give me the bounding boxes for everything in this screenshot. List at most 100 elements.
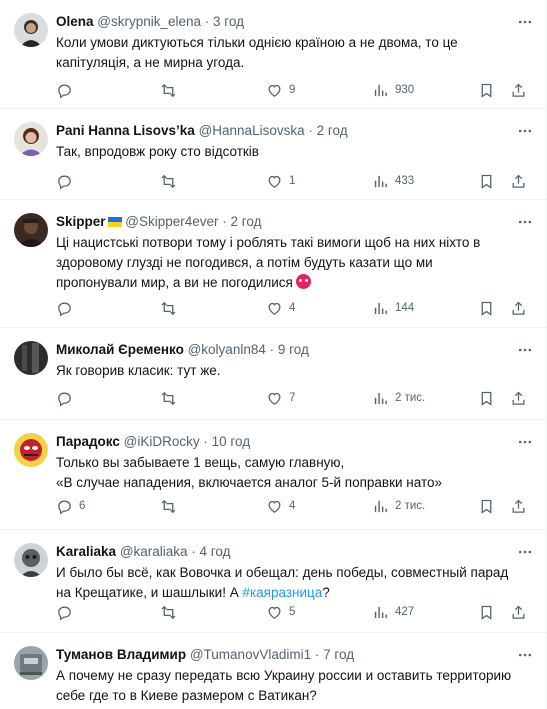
author-name[interactable]: Skipper xyxy=(56,214,106,229)
reply-button[interactable] xyxy=(56,388,79,408)
share-button[interactable] xyxy=(510,496,527,516)
like-icon xyxy=(266,498,283,515)
more-icon[interactable] xyxy=(515,542,535,562)
reply-button[interactable] xyxy=(56,80,79,100)
bookmark-button[interactable] xyxy=(478,496,495,516)
more-icon[interactable] xyxy=(515,340,535,360)
reply-icon xyxy=(56,498,73,515)
reply-button[interactable]: 6 xyxy=(56,496,85,516)
like-button[interactable]: 5 xyxy=(266,602,295,622)
retweet-button[interactable] xyxy=(160,80,183,100)
author-name[interactable]: Парадокс xyxy=(56,434,120,449)
retweet-button[interactable] xyxy=(160,388,183,408)
tweet-text-line: здоровому глузді не погодився, а потім б… xyxy=(56,255,433,270)
share-button[interactable] xyxy=(510,602,527,622)
like-button[interactable]: 1 xyxy=(266,171,295,191)
more-icon[interactable] xyxy=(515,432,535,452)
author-handle[interactable]: @Skipper4ever xyxy=(125,214,218,229)
avatar[interactable] xyxy=(14,213,48,247)
tweet-text-line: А почему не сразу передать всю Украину р… xyxy=(56,668,512,683)
like-button[interactable]: 9 xyxy=(266,80,295,100)
avatar[interactable] xyxy=(14,122,48,156)
views-button[interactable]: 2 тис. xyxy=(372,496,425,516)
reply-icon xyxy=(56,82,73,99)
more-icon[interactable] xyxy=(515,12,535,32)
reply-button[interactable] xyxy=(56,298,79,318)
timestamp[interactable]: 4 год xyxy=(200,544,231,559)
timestamp[interactable]: 3 год xyxy=(213,14,244,29)
like-count: 7 xyxy=(289,392,296,404)
bookmark-button[interactable] xyxy=(478,80,495,100)
timestamp[interactable]: 10 год xyxy=(212,434,250,449)
author-name[interactable]: Миколай Єременко xyxy=(56,342,184,357)
author-name[interactable]: Pani Hanna Lisovs’ka xyxy=(56,123,195,138)
views-count: 930 xyxy=(395,84,415,96)
timestamp[interactable]: 9 год xyxy=(278,342,309,357)
retweet-button[interactable] xyxy=(160,496,183,516)
views-button[interactable]: 433 xyxy=(372,171,414,191)
hashtag-link[interactable]: #каяразница xyxy=(242,585,322,600)
like-button[interactable]: 4 xyxy=(266,298,295,318)
avatar[interactable] xyxy=(14,433,48,467)
share-button[interactable] xyxy=(510,171,527,191)
like-button[interactable]: 4 xyxy=(266,496,295,516)
author-name[interactable]: Olena xyxy=(56,14,94,29)
author-handle[interactable]: @karaliaka xyxy=(120,544,188,559)
views-button[interactable]: 427 xyxy=(372,602,414,622)
timestamp[interactable]: 2 год xyxy=(231,214,262,229)
share-button[interactable] xyxy=(510,388,527,408)
tweet[interactable]: Туманов Владимир @TumanovVladimi1 · 7 го… xyxy=(0,633,547,709)
tweet-text: Як говорив класик: тут же. xyxy=(56,361,526,381)
views-button[interactable]: 2 тис. xyxy=(372,388,425,408)
more-icon[interactable] xyxy=(515,212,535,232)
more-icon[interactable] xyxy=(515,121,535,141)
action-bar: 9 930 xyxy=(56,80,530,100)
tweet[interactable]: Skipper @Skipper4ever · 2 год Ці нацистс… xyxy=(0,200,547,328)
reply-count: 6 xyxy=(79,500,86,512)
reply-button[interactable] xyxy=(56,602,79,622)
more-icon[interactable] xyxy=(515,645,535,665)
bookmark-button[interactable] xyxy=(478,171,495,191)
tweet-header: Миколай Єременко @kolyanln84 · 9 год xyxy=(56,340,537,360)
avatar[interactable] xyxy=(14,646,48,680)
author-name[interactable]: Туманов Владимир xyxy=(56,647,186,662)
retweet-icon xyxy=(160,173,177,190)
author-handle[interactable]: @TumanovVladimi1 xyxy=(190,647,311,662)
reply-button[interactable] xyxy=(56,171,79,191)
tweet[interactable]: Olena @skrypnik_elena · 3 год Коли умови… xyxy=(0,0,547,109)
retweet-button[interactable] xyxy=(160,298,183,318)
avatar[interactable] xyxy=(14,341,48,375)
views-count: 2 тис. xyxy=(395,500,426,512)
timestamp[interactable]: 7 год xyxy=(323,647,354,662)
retweet-button[interactable] xyxy=(160,171,183,191)
tweet-text: А почему не сразу передать всю Украину р… xyxy=(56,666,526,706)
bookmark-button[interactable] xyxy=(478,602,495,622)
author-handle[interactable]: @skrypnik_elena xyxy=(97,14,201,29)
like-button[interactable]: 7 xyxy=(266,388,295,408)
author-name[interactable]: Karaliaka xyxy=(56,544,116,559)
author-handle[interactable]: @HannaLisovska xyxy=(199,123,305,138)
like-icon xyxy=(266,390,283,407)
bookmark-button[interactable] xyxy=(478,298,495,318)
bookmark-button[interactable] xyxy=(478,388,495,408)
tweet[interactable]: Парадокс @iKiDRocky · 10 год Только вы з… xyxy=(0,420,547,530)
avatar[interactable] xyxy=(14,13,48,47)
retweet-button[interactable] xyxy=(160,602,183,622)
tweet-header: Туманов Владимир @TumanovVladimi1 · 7 го… xyxy=(56,645,537,665)
separator: · xyxy=(265,342,278,357)
tweet-text-line: Так, впродовж року сто відсотків xyxy=(56,144,259,159)
tweet[interactable]: Pani Hanna Lisovs’ka @HannaLisovska · 2 … xyxy=(0,109,547,200)
reply-icon xyxy=(56,300,73,317)
share-button[interactable] xyxy=(510,80,527,100)
author-handle[interactable]: @kolyanln84 xyxy=(188,342,266,357)
author-handle[interactable]: @iKiDRocky xyxy=(124,434,200,449)
tweet[interactable]: Karaliaka @karaliaka · 4 год И было бы в… xyxy=(0,530,547,633)
avatar[interactable] xyxy=(14,543,48,577)
tweet[interactable]: Миколай Єременко @kolyanln84 · 9 год Як … xyxy=(0,328,547,420)
share-button[interactable] xyxy=(510,298,527,318)
bookmark-icon xyxy=(478,604,495,621)
tweet-text-tail: ? xyxy=(322,585,330,600)
views-button[interactable]: 144 xyxy=(372,298,414,318)
views-button[interactable]: 930 xyxy=(372,80,414,100)
timestamp[interactable]: 2 год xyxy=(317,123,348,138)
